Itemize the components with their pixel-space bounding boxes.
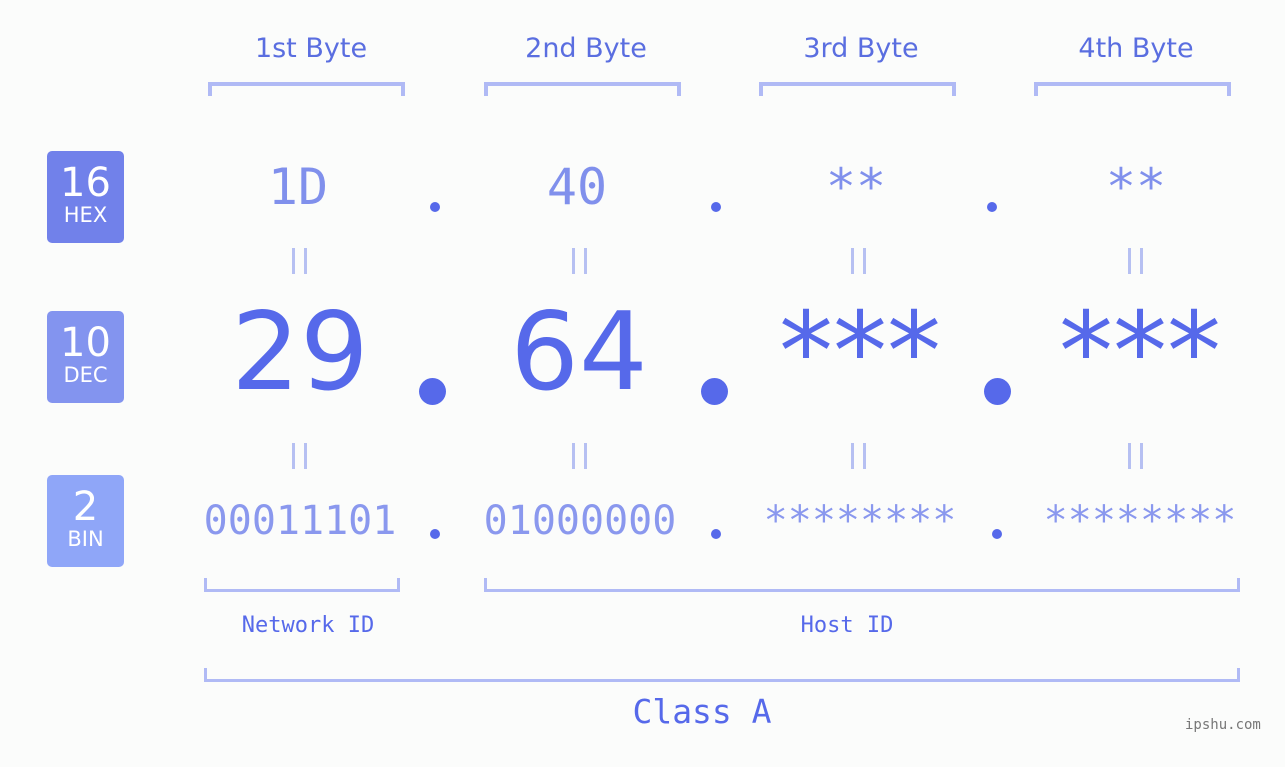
network-id-label: Network ID	[241, 613, 375, 638]
bin-separator-dot-3	[992, 529, 1002, 539]
byte-header-2: 2nd Byte	[525, 33, 647, 64]
byte-header-1: 1st Byte	[254, 33, 368, 64]
bin-badge: 2 BIN	[47, 475, 124, 567]
bin-value-2: 01000000	[483, 498, 677, 544]
hex-value-2: 40	[546, 158, 608, 216]
bin-value-1: 00011101	[203, 498, 397, 544]
byte-bracket-4	[1034, 82, 1231, 96]
host-id-label: Host ID	[800, 613, 894, 638]
dec-value-2: 64	[510, 290, 648, 415]
byte-header-3: 3rd Byte	[803, 33, 919, 64]
class-bracket	[204, 668, 1240, 682]
hex-separator-dot-1	[430, 202, 440, 212]
dec-value-3: ***	[779, 290, 941, 415]
hex-value-4: **	[1105, 158, 1167, 216]
hex-value-1: 1D	[267, 158, 329, 216]
network-id-bracket	[204, 578, 400, 592]
hex-badge: 16 HEX	[47, 151, 124, 243]
hex-value-3: **	[825, 158, 887, 216]
hex-separator-dot-2	[711, 202, 721, 212]
dec-badge: 10 DEC	[47, 311, 124, 403]
bin-value-3: ********	[763, 498, 957, 544]
bin-badge-number: 2	[72, 484, 99, 530]
bin-separator-dot-2	[711, 529, 721, 539]
hex-badge-number: 16	[60, 160, 111, 206]
class-label: Class A	[632, 692, 772, 731]
bin-value-4: ********	[1043, 498, 1237, 544]
byte-bracket-1	[208, 82, 405, 96]
dec-separator-dot-2	[701, 378, 728, 405]
byte-bracket-2	[484, 82, 681, 96]
bin-badge-label: BIN	[67, 527, 104, 551]
bin-separator-dot-1	[430, 529, 440, 539]
dec-value-4: ***	[1059, 290, 1221, 415]
byte-bracket-3	[759, 82, 956, 96]
dec-value-1: 29	[231, 290, 369, 415]
byte-header-4: 4th Byte	[1078, 33, 1194, 64]
dec-badge-number: 10	[60, 320, 111, 366]
watermark: ipshu.com	[1185, 717, 1261, 733]
host-id-bracket	[484, 578, 1240, 592]
hex-separator-dot-3	[987, 202, 997, 212]
dec-separator-dot-1	[419, 378, 446, 405]
hex-badge-label: HEX	[63, 203, 108, 227]
dec-badge-label: DEC	[63, 363, 108, 387]
dec-separator-dot-3	[984, 378, 1011, 405]
